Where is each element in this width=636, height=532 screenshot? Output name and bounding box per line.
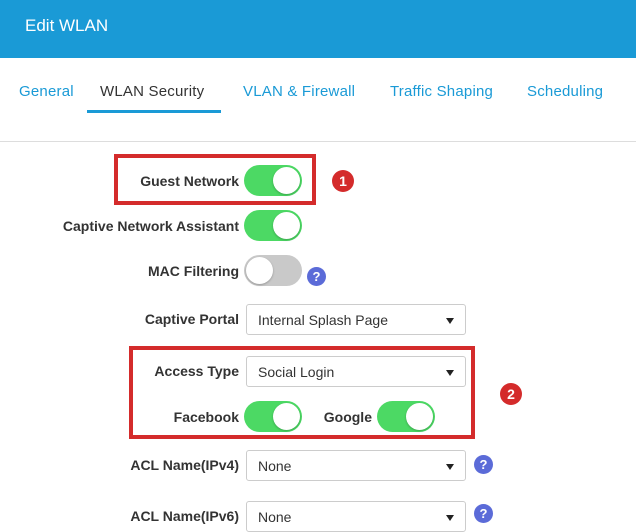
toggle-knob xyxy=(273,167,300,194)
acl-ipv6-select[interactable]: None xyxy=(246,501,466,532)
tab-wlan-security[interactable]: WLAN Security xyxy=(100,83,204,100)
callout-badge-1: 1 xyxy=(332,170,354,192)
facebook-label: Facebook xyxy=(173,409,239,425)
tab-vlan-firewall[interactable]: VLAN & Firewall xyxy=(243,83,355,100)
mac-filtering-help-icon[interactable]: ? xyxy=(307,267,326,286)
tab-general[interactable]: General xyxy=(19,83,74,100)
toggle-knob xyxy=(246,257,273,284)
captive-portal-value: Internal Splash Page xyxy=(258,312,388,328)
acl-ipv4-label: ACL Name(IPv4) xyxy=(130,457,239,473)
tab-scheduling[interactable]: Scheduling xyxy=(527,83,603,100)
mac-filtering-toggle[interactable] xyxy=(244,255,302,286)
tab-traffic-shaping[interactable]: Traffic Shaping xyxy=(390,83,493,100)
chevron-down-icon xyxy=(446,318,454,324)
dialog-header: Edit WLAN xyxy=(0,0,636,58)
acl-ipv4-help-icon[interactable]: ? xyxy=(474,455,493,474)
chevron-down-icon xyxy=(446,515,454,521)
facebook-toggle[interactable] xyxy=(244,401,302,432)
captive-portal-label: Captive Portal xyxy=(144,311,239,327)
google-label: Google xyxy=(323,409,372,425)
access-type-select[interactable]: Social Login xyxy=(246,356,466,387)
acl-ipv6-value: None xyxy=(258,509,292,525)
access-type-value: Social Login xyxy=(258,364,335,380)
toggle-knob xyxy=(273,403,300,430)
tab-divider xyxy=(0,141,636,142)
captive-portal-select[interactable]: Internal Splash Page xyxy=(246,304,466,335)
toggle-knob xyxy=(406,403,433,430)
acl-ipv6-label: ACL Name(IPv6) xyxy=(130,508,239,524)
google-toggle[interactable] xyxy=(377,401,435,432)
captive-network-assistant-toggle[interactable] xyxy=(244,210,302,241)
toggle-knob xyxy=(273,212,300,239)
dialog-title: Edit WLAN xyxy=(25,16,109,35)
captive-network-assistant-label: Captive Network Assistant xyxy=(62,218,239,234)
acl-ipv4-value: None xyxy=(258,458,292,474)
chevron-down-icon xyxy=(446,370,454,376)
acl-ipv4-select[interactable]: None xyxy=(246,450,466,481)
guest-network-label: Guest Network xyxy=(140,173,239,189)
tab-bar: General WLAN Security VLAN & Firewall Tr… xyxy=(0,70,636,115)
acl-ipv6-help-icon[interactable]: ? xyxy=(474,504,493,523)
callout-badge-2: 2 xyxy=(500,383,522,405)
guest-network-toggle[interactable] xyxy=(244,165,302,196)
mac-filtering-label: MAC Filtering xyxy=(148,263,239,279)
active-tab-indicator xyxy=(87,110,221,113)
chevron-down-icon xyxy=(446,464,454,470)
access-type-label: Access Type xyxy=(154,363,239,379)
